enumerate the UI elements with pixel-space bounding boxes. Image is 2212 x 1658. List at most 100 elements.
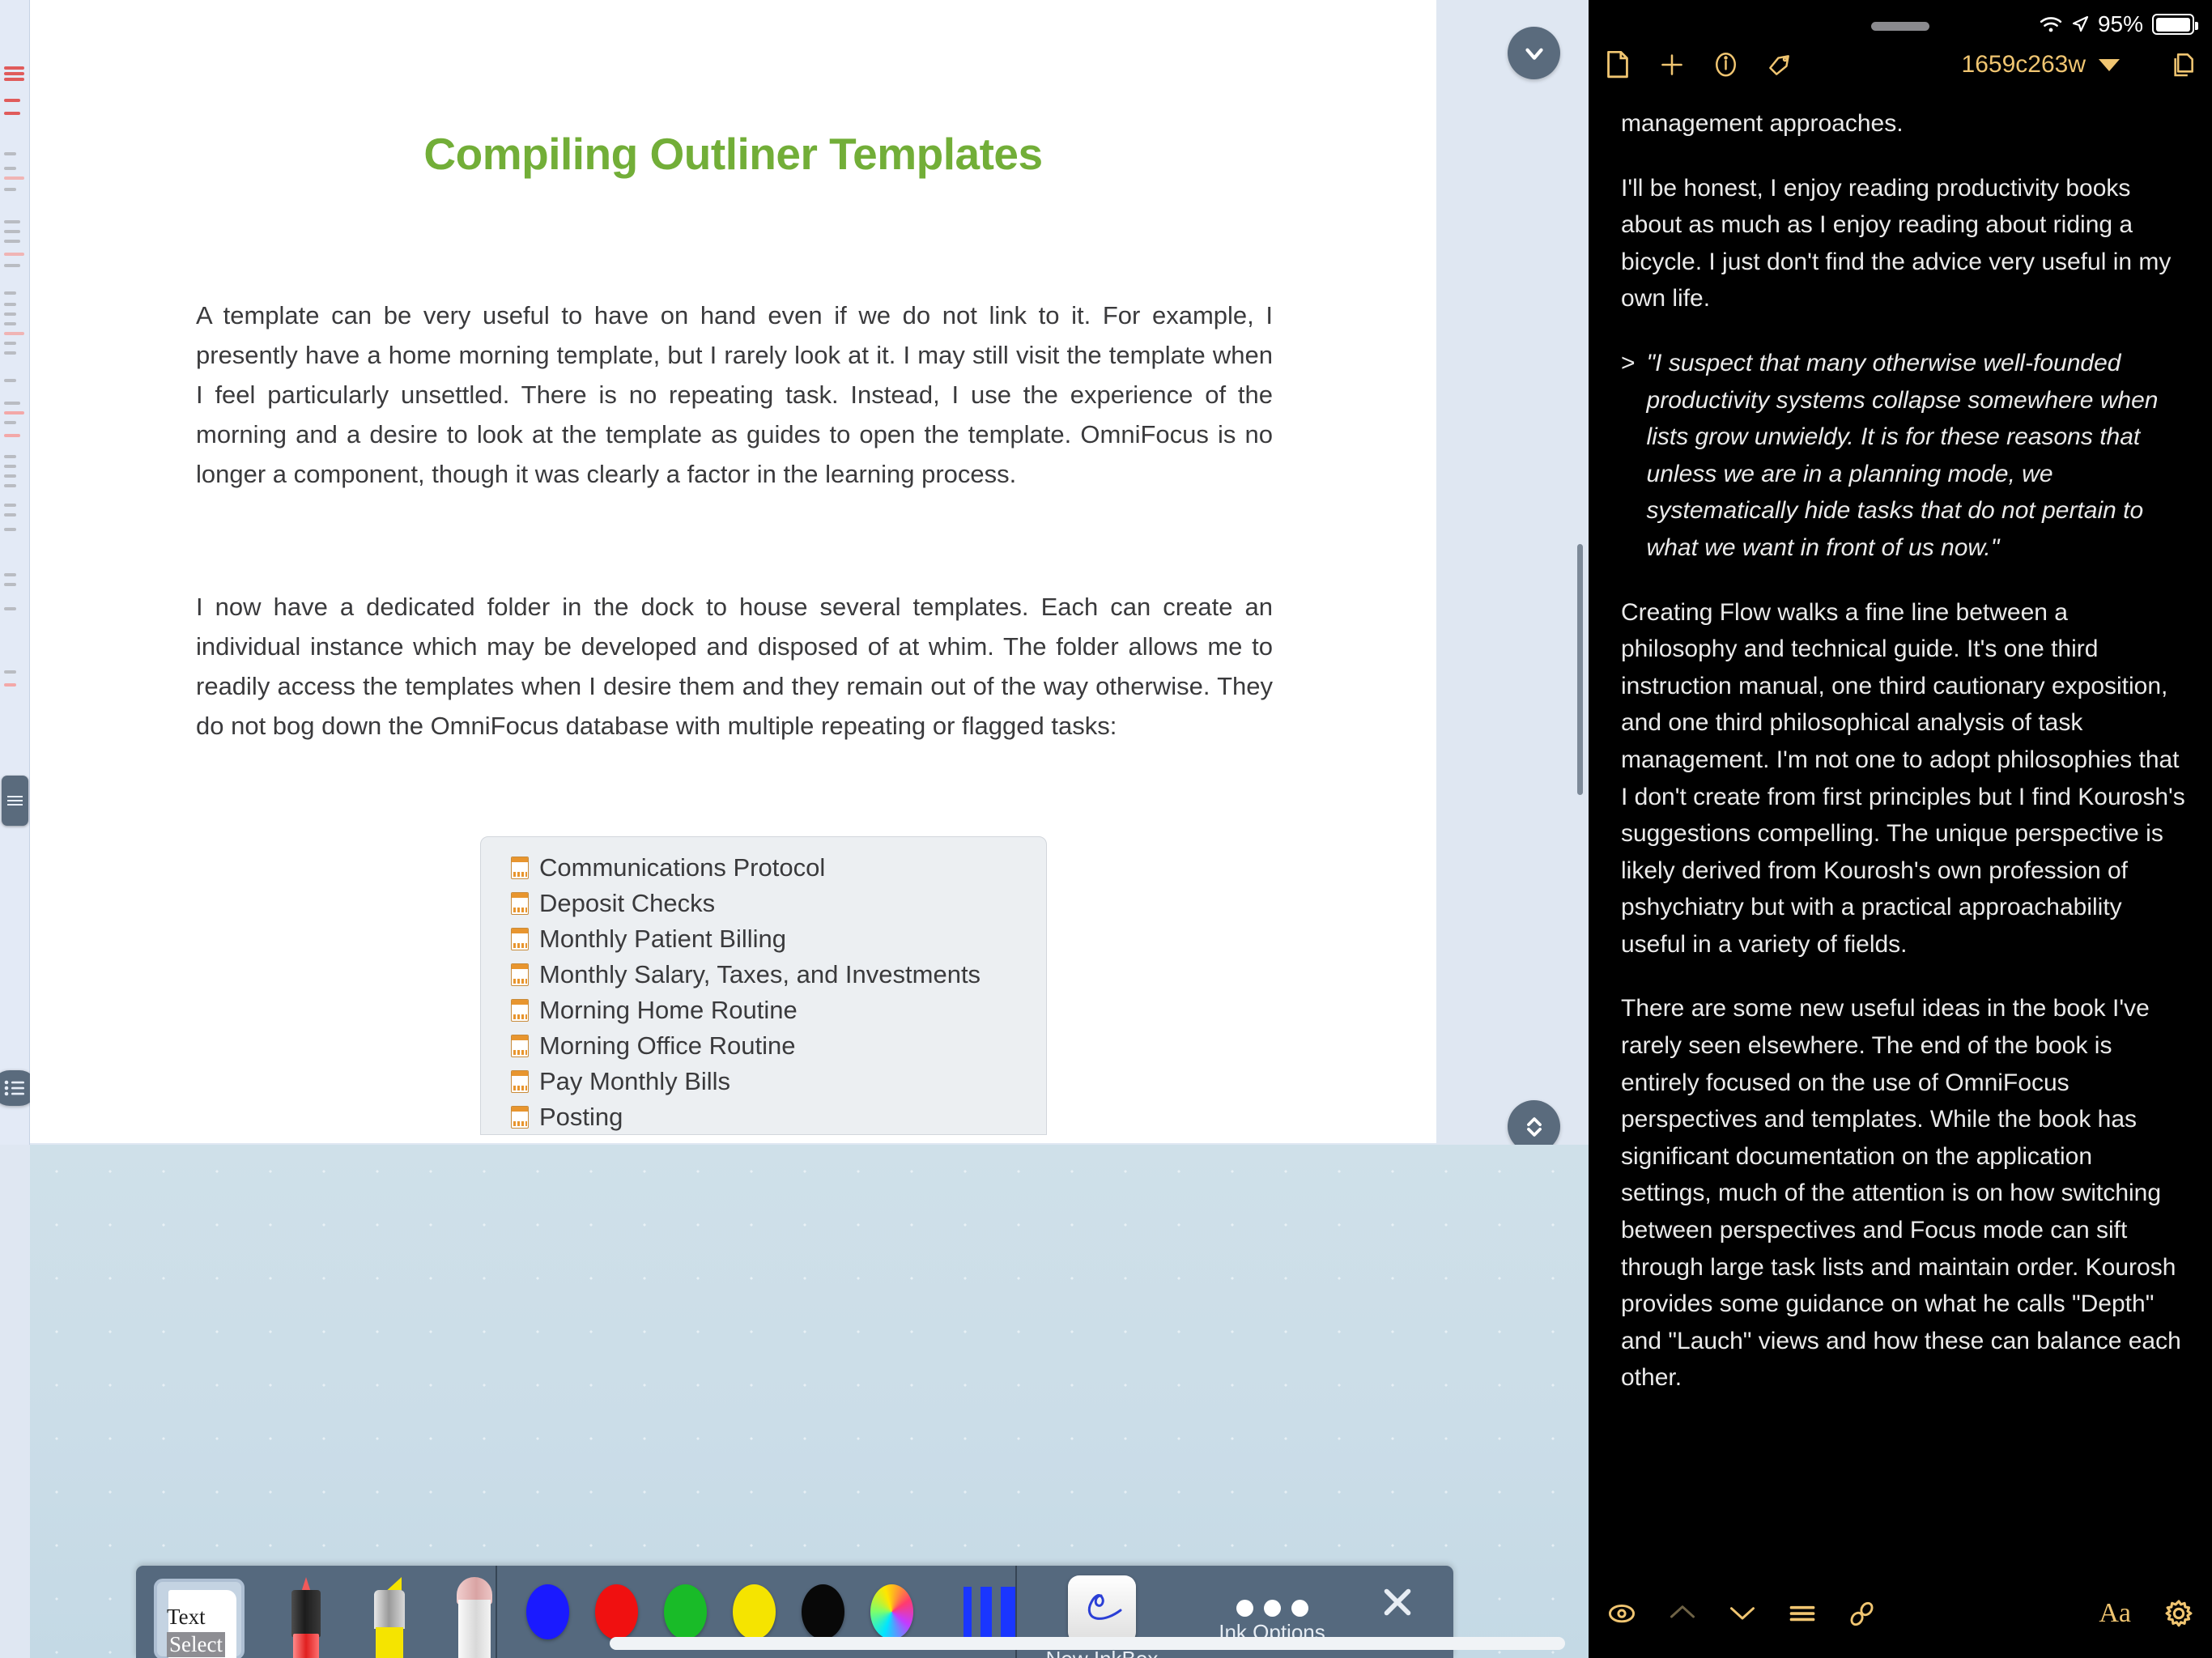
list-item[interactable]: Posting — [511, 1099, 1041, 1134]
minimap-marker — [4, 411, 24, 414]
signature-icon — [1087, 1594, 1122, 1620]
gear-icon[interactable] — [2165, 1600, 2193, 1627]
close-icon — [1384, 1588, 1411, 1616]
list-item-label: Morning Home Routine — [539, 996, 798, 1024]
chevron-down-icon — [1525, 48, 1543, 60]
collapse-button[interactable] — [1508, 27, 1560, 79]
text-select-line1: Text — [167, 1605, 206, 1629]
omnifocus-document-icon — [511, 1035, 529, 1057]
note-paragraph: management approaches. — [1621, 110, 1904, 137]
chevron-down-icon — [2099, 58, 2120, 71]
minimap-marker — [4, 167, 16, 170]
info-icon[interactable] — [1715, 52, 1737, 78]
pane-scroll-indicator[interactable] — [1577, 544, 1583, 795]
note-content[interactable]: management approaches. I'll be honest, I… — [1589, 105, 2212, 1569]
minimap-marker — [4, 332, 24, 335]
close-toolbar-button[interactable] — [1379, 1566, 1453, 1625]
note-blockquote: > "I suspect that many otherwise well-fo… — [1621, 345, 2188, 567]
color-swatch-red[interactable] — [595, 1584, 638, 1639]
list-item-label: Deposit Checks — [539, 889, 716, 917]
link-icon[interactable] — [1849, 1601, 1874, 1626]
color-swatch-black[interactable] — [802, 1584, 844, 1639]
color-swatch-yellow[interactable] — [733, 1584, 776, 1639]
chevron-down-icon[interactable] — [1729, 1605, 1755, 1622]
minimap-marker — [4, 379, 16, 382]
status-indicators: 95% — [2040, 11, 2198, 37]
highlighter-tool[interactable] — [368, 1577, 411, 1658]
list-icon — [4, 1080, 24, 1096]
pdf-page[interactable]: 1 / 64 Compiling Outliner Templates A te… — [30, 0, 1436, 1143]
minimap-marker — [4, 240, 20, 243]
omnifocus-document-icon — [511, 857, 529, 879]
text-select-tool[interactable]: Text Select — [154, 1579, 245, 1658]
minimap-marker — [4, 573, 16, 576]
color-swatch-blue[interactable] — [526, 1584, 569, 1639]
minimap-marker — [4, 683, 16, 687]
list-item[interactable]: Deposit Checks — [511, 886, 1041, 921]
color-swatch-rainbow[interactable] — [870, 1584, 913, 1639]
minimap-marker — [4, 351, 16, 355]
location-arrow-icon — [2072, 15, 2089, 32]
minimap-marker — [4, 112, 20, 115]
list-item[interactable]: Monthly Patient Billing — [511, 921, 1041, 957]
stroke-thickness-selector[interactable] — [939, 1587, 1015, 1637]
note-title-dropdown[interactable]: 1659c263w — [1962, 51, 2120, 79]
toolbar-scroll-indicator[interactable] — [610, 1637, 1565, 1650]
wifi-icon — [2040, 17, 2062, 32]
blockquote-text: "I suspect that many otherwise well-foun… — [1646, 349, 2159, 561]
minimap-marker — [4, 230, 20, 233]
list-icon[interactable] — [1789, 1605, 1815, 1622]
list-item[interactable]: Morning Office Routine — [511, 1028, 1041, 1064]
battery-percent-label: 95% — [2097, 11, 2143, 36]
minimap-marker — [4, 264, 20, 267]
list-item[interactable]: Morning Home Routine — [511, 993, 1041, 1028]
minimap-marker — [4, 465, 16, 468]
list-item[interactable]: Monthly Salary, Taxes, and Investments — [511, 957, 1041, 993]
minimap-marker — [4, 176, 24, 180]
copy-window-icon[interactable] — [2172, 53, 2194, 77]
minimap-marker — [4, 303, 16, 306]
document-paragraph: A template can be very useful to have on… — [196, 301, 1273, 488]
minimap-marker — [4, 484, 16, 487]
page-title: Compiling Outliner Templates — [423, 129, 1043, 179]
minimap-marker — [4, 99, 20, 102]
list-item-label: Communications Protocol — [539, 853, 826, 882]
minimap-marker — [4, 583, 16, 586]
eraser-tool[interactable] — [453, 1577, 496, 1658]
status-bar: 95% — [1589, 0, 2212, 39]
tag-icon[interactable] — [1767, 53, 1791, 77]
minimap-marker — [4, 66, 24, 70]
highlighter-barrel — [376, 1627, 403, 1658]
minimap-marker — [4, 455, 16, 458]
minimap-marker — [4, 434, 20, 437]
ink-options-button[interactable]: Ink Options — [1187, 1566, 1357, 1645]
notes-footer-toolbar: Aa — [1589, 1569, 2212, 1658]
template-list-card: Communications Protocol Deposit Checks M… — [480, 836, 1047, 1135]
omnifocus-document-icon — [511, 1070, 529, 1093]
minimap-marker — [4, 152, 16, 155]
document-paragraph: I now have a dedicated folder in the doc… — [196, 593, 1273, 740]
omnifocus-document-icon — [511, 963, 529, 986]
plus-icon[interactable] — [1660, 53, 1684, 77]
color-swatch-green[interactable] — [664, 1584, 707, 1639]
minimap-marker — [4, 188, 16, 191]
window-grabber-handle[interactable] — [1871, 22, 1929, 31]
previous-button[interactable] — [1670, 1604, 1695, 1624]
ellipsis-icon — [1236, 1575, 1308, 1617]
list-item[interactable]: Communications Protocol — [511, 850, 1041, 886]
pen-tool[interactable] — [287, 1577, 325, 1658]
minimap-marker — [4, 342, 16, 345]
document-icon[interactable] — [1606, 51, 1629, 79]
inkbox-icon — [1068, 1575, 1136, 1643]
font-size-button[interactable]: Aa — [2099, 1598, 2131, 1629]
notes-pane: 95% 1659c263w management approaches. I'l… — [1589, 0, 2212, 1658]
minimap-marker — [4, 402, 20, 405]
list-item-label: Morning Office Routine — [539, 1031, 796, 1060]
pen-body — [291, 1590, 321, 1637]
document-minimap[interactable] — [0, 0, 30, 1145]
pen-grip — [293, 1634, 319, 1658]
list-item[interactable]: Pay Monthly Bills — [511, 1064, 1041, 1099]
minimap-marker — [4, 322, 16, 325]
eye-icon[interactable] — [1608, 1604, 1636, 1623]
minimap-scroll-thumb[interactable] — [2, 776, 28, 826]
